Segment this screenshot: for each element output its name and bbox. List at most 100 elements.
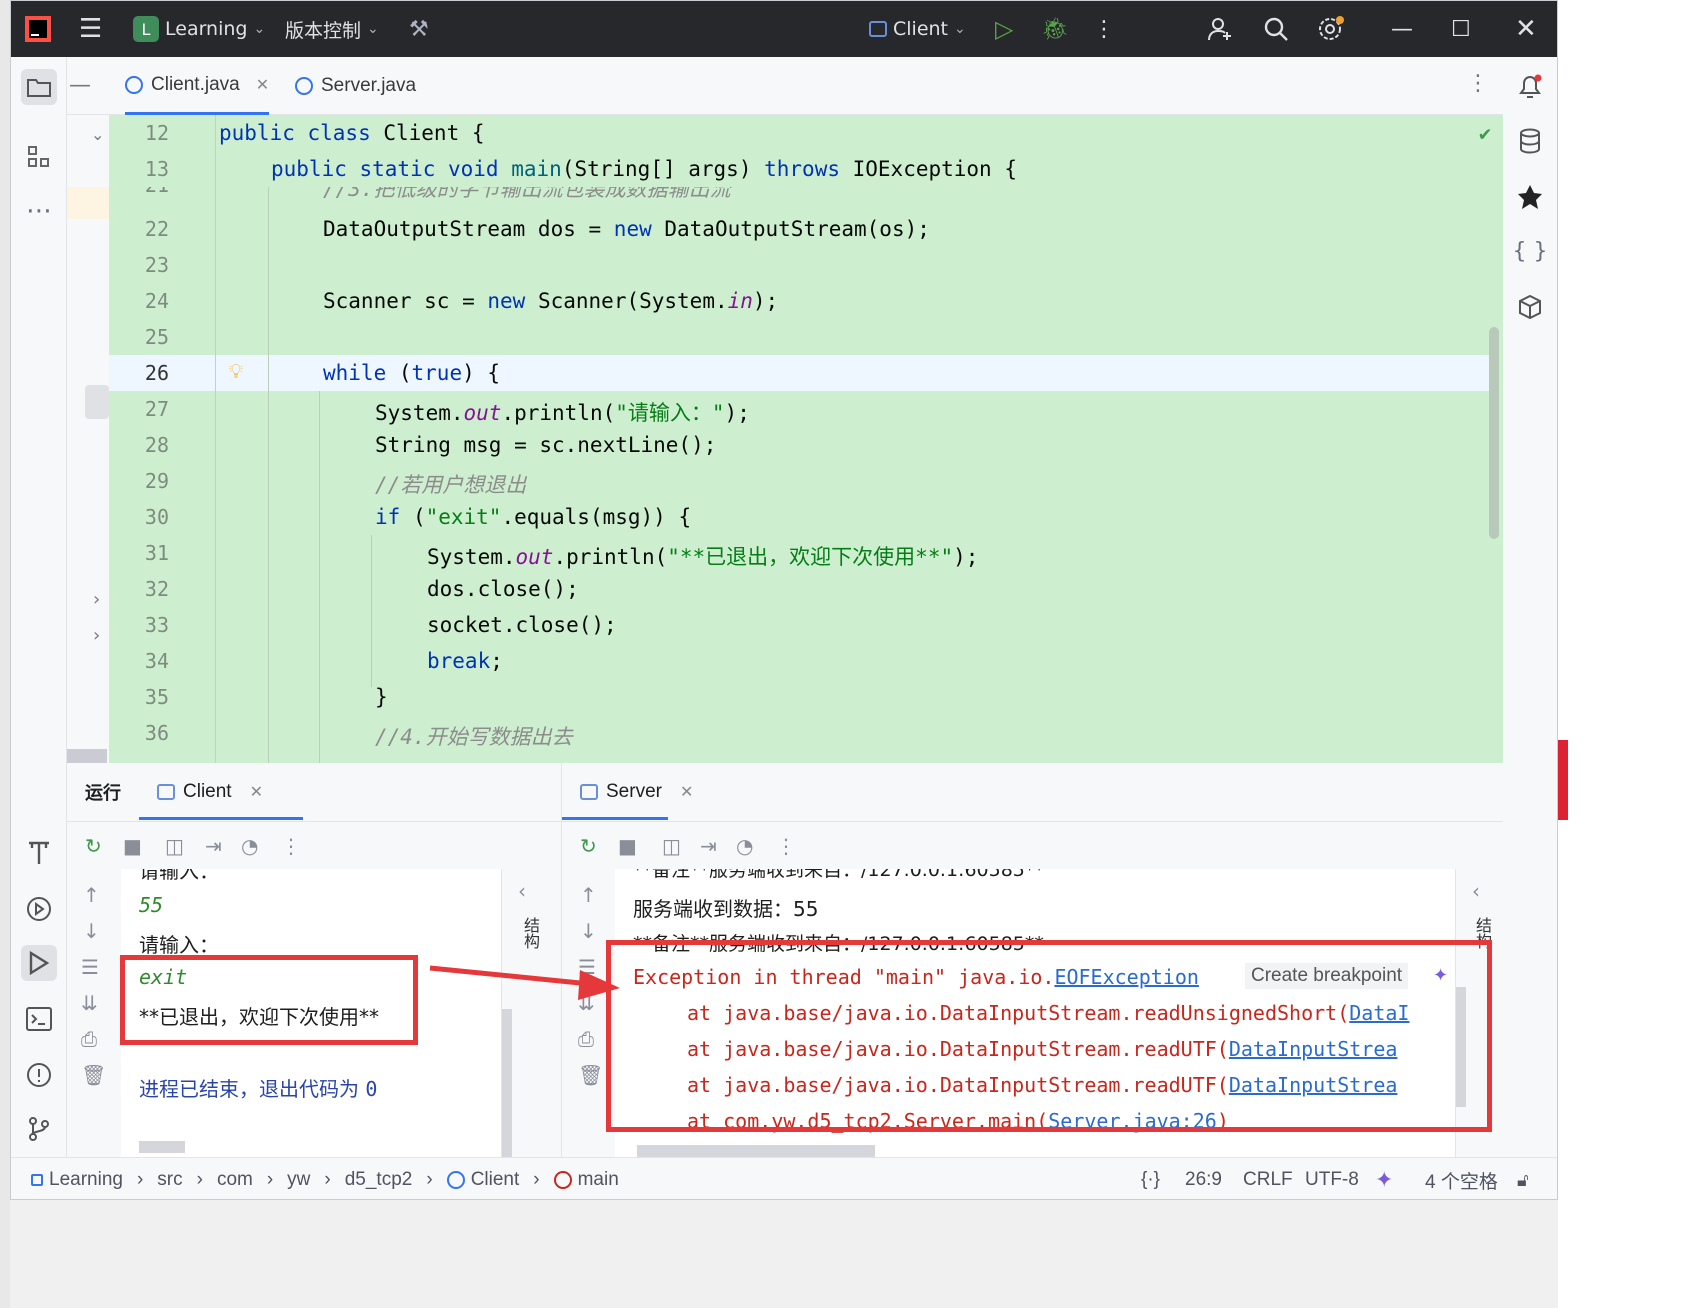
close-icon[interactable]: ✕ (250, 782, 263, 802)
file-encoding[interactable]: UTF-8 (1305, 1158, 1359, 1199)
braces-icon[interactable]: {·} (1141, 1158, 1160, 1199)
trash-icon[interactable]: 🗑︎ (81, 1063, 106, 1087)
arrow-down-icon[interactable]: ↓ (580, 919, 597, 943)
database-icon[interactable] (1512, 123, 1548, 159)
chevron-left-icon[interactable]: ‹ (1472, 879, 1480, 903)
restore-layout-icon[interactable]: ⇥ (205, 834, 222, 858)
breadcrumb-item[interactable]: Learning (49, 1169, 123, 1191)
breadcrumb-item[interactable]: src (157, 1169, 182, 1191)
horizontal-scrollbar[interactable] (139, 1141, 185, 1153)
build-tools-icon[interactable]: ⚒ (409, 1, 429, 57)
arrow-up-icon[interactable]: ↑ (580, 883, 597, 907)
tab-client-run[interactable]: Client ✕ (157, 763, 263, 821)
client-side-rail: ‹ 结构 (501, 869, 561, 1157)
run-icon[interactable]: ▷ (995, 1, 1013, 57)
highlight-box-server (606, 940, 1492, 1132)
maximize-icon[interactable]: ☐ (1451, 1, 1471, 57)
scroll-to-end-icon[interactable]: ⇊ (81, 991, 98, 1015)
line-number: 12 (144, 121, 169, 145)
code-line: socket.close(); (427, 613, 617, 637)
debug-icon[interactable]: 🐞︎ (1041, 1, 1069, 57)
more-icon[interactable]: ⋮ (776, 834, 796, 858)
tab-label: Client.java (151, 73, 240, 95)
app-logo-icon[interactable] (23, 1, 53, 57)
stop-icon[interactable]: ■ (123, 834, 142, 858)
breadcrumb-item[interactable]: com (217, 1169, 253, 1191)
services-icon[interactable] (21, 891, 57, 927)
fold-chevron-right-icon[interactable]: › (93, 625, 100, 646)
structure-icon[interactable] (21, 139, 57, 175)
indent-setting[interactable]: 4 个空格 (1425, 1158, 1498, 1199)
soft-wrap-icon[interactable]: ☰ (81, 955, 99, 979)
trash-icon[interactable]: 🗑︎ (578, 1063, 603, 1087)
structure-label[interactable]: 结构 (518, 917, 542, 949)
close-icon[interactable]: ✕ (256, 75, 269, 95)
close-icon[interactable]: ✕ (680, 782, 693, 802)
fold-chevron-down-icon[interactable]: ⌄ (91, 125, 104, 144)
collapse-icon[interactable]: — (69, 73, 91, 98)
box-icon[interactable] (1512, 289, 1548, 325)
tab-server-run[interactable]: Server ✕ (580, 763, 693, 821)
code-line: dos.close(); (427, 577, 579, 601)
highlight-box-client (120, 955, 418, 1045)
terminal-icon[interactable] (21, 1001, 57, 1037)
profiler-icon[interactable]: ◔ (241, 834, 258, 858)
problems-icon[interactable] (21, 1057, 57, 1093)
chevron-down-icon: ⌄ (253, 21, 266, 37)
search-icon[interactable] (1263, 1, 1289, 57)
ai-assistant-icon[interactable] (1512, 179, 1548, 215)
main-menu-icon[interactable]: ☰ (79, 1, 102, 57)
git-icon[interactable] (21, 1111, 57, 1147)
vcs-selector[interactable]: 版本控制 ⌄ (285, 1, 379, 57)
horizontal-scrollbar[interactable] (637, 1145, 875, 1157)
breadcrumb-item[interactable]: Client (471, 1169, 520, 1191)
method-icon (553, 1171, 572, 1189)
account-icon[interactable] (1207, 1, 1233, 57)
more-icon[interactable]: ⋮ (281, 834, 301, 858)
more-actions-icon[interactable]: ⋮ (1093, 1, 1115, 57)
vertical-scrollbar[interactable] (502, 1009, 512, 1157)
breadcrumb-item[interactable]: d5_tcp2 (345, 1169, 413, 1191)
arrow-down-icon[interactable]: ↓ (83, 919, 100, 943)
tab-client-java[interactable]: Client.java ✕ (125, 57, 270, 115)
build-icon[interactable] (21, 835, 57, 871)
ai-status-icon[interactable]: ✦ (1375, 1158, 1393, 1199)
editor-scrollbar[interactable] (1489, 327, 1499, 539)
notifications-icon[interactable] (1512, 69, 1548, 105)
arrow-up-icon[interactable]: ↑ (83, 883, 100, 907)
screenshot-icon[interactable]: ◫ (662, 834, 681, 858)
close-icon[interactable]: ✕ (1515, 1, 1537, 57)
breadcrumb-item[interactable]: yw (287, 1169, 310, 1191)
tab-options-icon[interactable]: ⋮ (1467, 71, 1489, 96)
fold-chevron-right-icon[interactable]: › (93, 589, 100, 610)
restore-layout-icon[interactable]: ⇥ (700, 834, 717, 858)
project-folder-icon[interactable] (21, 69, 57, 105)
print-icon[interactable]: ⎙ (81, 1027, 97, 1051)
print-icon[interactable]: ⎙ (578, 1027, 594, 1051)
tab-server-java[interactable]: Server.java (295, 57, 416, 115)
client-console-sidebar: ↑ ↓ ☰ ⇊ ⎙ 🗑︎ (67, 869, 121, 1157)
breadcrumb-item[interactable]: main (578, 1169, 619, 1191)
cursor-position[interactable]: 26:9 (1185, 1158, 1222, 1199)
lock-icon[interactable]: 🔓︎ (1517, 1158, 1529, 1199)
chevron-left-icon[interactable]: ‹ (518, 879, 526, 903)
lightbulb-icon[interactable]: 💡︎ (229, 359, 243, 383)
run-tool-icon[interactable] (21, 945, 57, 981)
run-config-selector[interactable]: Client ⌄ (869, 1, 966, 57)
project-selector[interactable]: L Learning ⌄ (133, 1, 265, 57)
rerun-icon[interactable]: ↻ (580, 834, 597, 858)
line-separator[interactable]: CRLF (1243, 1158, 1293, 1199)
profiler-icon[interactable]: ◔ (736, 834, 753, 858)
code-line: public static void main(String[] args) t… (271, 157, 1017, 181)
run-panel-title: 运行 (85, 783, 121, 804)
code-editor[interactable]: ✔ 💡︎ 12 public class Client { 13 public … (109, 115, 1503, 763)
rerun-icon[interactable]: ↻ (85, 834, 102, 858)
java-class-icon (446, 1171, 465, 1189)
settings-icon[interactable] (1317, 1, 1345, 57)
stop-icon[interactable]: ■ (618, 834, 637, 858)
more-tools-icon[interactable]: ⋯ (21, 193, 57, 229)
json-braces-icon[interactable]: { } (1512, 233, 1548, 269)
minimize-icon[interactable]: — (1391, 1, 1413, 57)
line-number: 21 (109, 187, 189, 197)
screenshot-icon[interactable]: ◫ (165, 834, 184, 858)
